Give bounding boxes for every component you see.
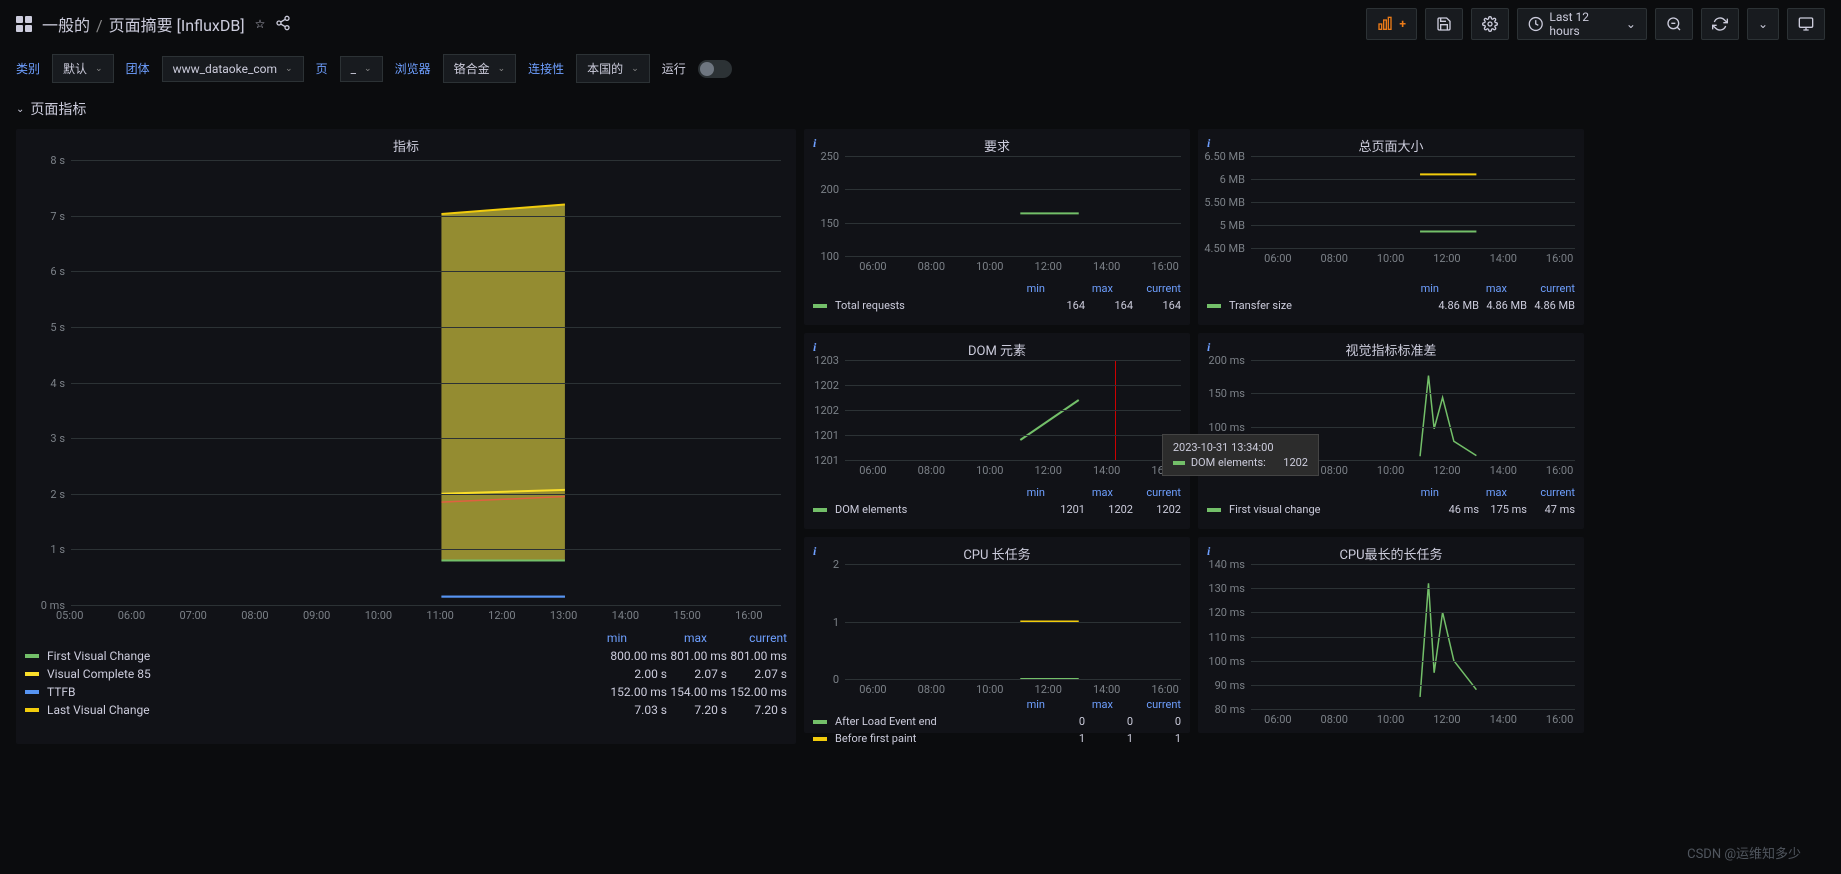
run-toggle[interactable] — [698, 60, 732, 78]
var-category-select[interactable]: 默认⌄ — [52, 54, 114, 83]
star-icon[interactable]: ☆ — [255, 17, 266, 31]
breadcrumb-page[interactable]: 页面摘要 [InfluxDB] — [109, 16, 245, 35]
var-connectivity-select[interactable]: 本国的⌄ — [576, 54, 650, 83]
refresh-interval[interactable]: ⌄ — [1747, 8, 1779, 40]
panel-cpulong[interactable]: i CPU 长任务 01206:0008:0010:0012:0014:0016… — [804, 537, 1190, 733]
watermark: CSDN @运维知多少 — [1687, 843, 1801, 862]
zoom-out-button[interactable] — [1655, 8, 1693, 40]
breadcrumb: 一般的/页面摘要 [InfluxDB] — [42, 12, 245, 36]
share-icon[interactable] — [275, 15, 291, 34]
var-category-label: 类别 — [16, 60, 40, 77]
row-header[interactable]: ⌄页面指标 — [0, 93, 1841, 125]
legend-row[interactable]: DOM elements120112021202 — [813, 501, 1181, 518]
legend-row[interactable]: First visual change46 ms175 ms47 ms — [1207, 501, 1575, 518]
dashboards-icon[interactable] — [16, 16, 32, 32]
info-icon[interactable]: i — [813, 340, 816, 355]
legend-row[interactable]: First Visual Change800.00 ms801.00 ms801… — [25, 647, 787, 665]
panel-cpulongest[interactable]: i CPU最长的长任务 80 ms90 ms100 ms110 ms120 ms… — [1198, 537, 1584, 733]
panel-dom[interactable]: i DOM 元素 1201120112021202120306:0008:001… — [804, 333, 1190, 529]
requests-chart — [845, 156, 1181, 256]
legend-row[interactable]: Transfer size4.86 MB4.86 MB4.86 MB — [1207, 297, 1575, 314]
panel-requests[interactable]: i 要求 10015020025006:0008:0010:0012:0014:… — [804, 129, 1190, 325]
panel-pagesize[interactable]: i 总页面大小 4.50 MB5 MB5.50 MB6 MB6.50 MB06:… — [1198, 129, 1584, 325]
var-page-select[interactable]: _⌄ — [340, 56, 383, 82]
panel-visstd[interactable]: i 视觉指标标准差 50 ms100 ms150 ms200 ms06:0008… — [1198, 333, 1584, 529]
legend-row[interactable]: Last Visual Change7.03 s7.20 s7.20 s — [25, 701, 787, 719]
var-group-label: 团体 — [126, 60, 150, 77]
settings-button[interactable] — [1471, 8, 1509, 40]
tooltip: 2023-10-31 13:34:00 DOM elements: 1202 — [1162, 434, 1319, 476]
var-run-label: 运行 — [662, 60, 686, 77]
time-picker[interactable]: Last 12 hours⌄ — [1517, 8, 1647, 40]
var-page-label: 页 — [316, 60, 328, 77]
panel-title: 指标 — [17, 130, 795, 161]
var-group-select[interactable]: www_dataoke_com⌄ — [162, 56, 304, 82]
save-button[interactable] — [1425, 8, 1463, 40]
panel-metrics[interactable]: 指标 0 ms1 s2 s3 s4 s5 s6 s7 s8 s 05:0006:… — [16, 129, 796, 744]
var-connectivity-label: 连接性 — [528, 60, 564, 77]
legend-row[interactable]: TTFB152.00 ms154.00 ms152.00 ms — [25, 683, 787, 701]
info-icon[interactable]: i — [1207, 544, 1210, 559]
legend-row[interactable]: After Load Event end000 — [813, 713, 1181, 730]
var-browser-select[interactable]: 铬合金⌄ — [443, 54, 517, 83]
info-icon[interactable]: i — [813, 544, 816, 559]
legend-row[interactable]: Total requests164164164 — [813, 297, 1181, 314]
info-icon[interactable]: i — [813, 136, 816, 151]
legend-row[interactable]: Visual Complete 852.00 s2.07 s2.07 s — [25, 665, 787, 683]
legend-row[interactable]: Before first paint111 — [813, 730, 1181, 747]
breadcrumb-root[interactable]: 一般的 — [42, 16, 90, 35]
info-icon[interactable]: i — [1207, 340, 1210, 355]
kiosk-button[interactable] — [1787, 8, 1825, 40]
var-browser-label: 浏览器 — [395, 60, 431, 77]
refresh-button[interactable] — [1701, 8, 1739, 40]
info-icon[interactable]: i — [1207, 136, 1210, 151]
add-panel-button[interactable]: + — [1366, 8, 1417, 40]
